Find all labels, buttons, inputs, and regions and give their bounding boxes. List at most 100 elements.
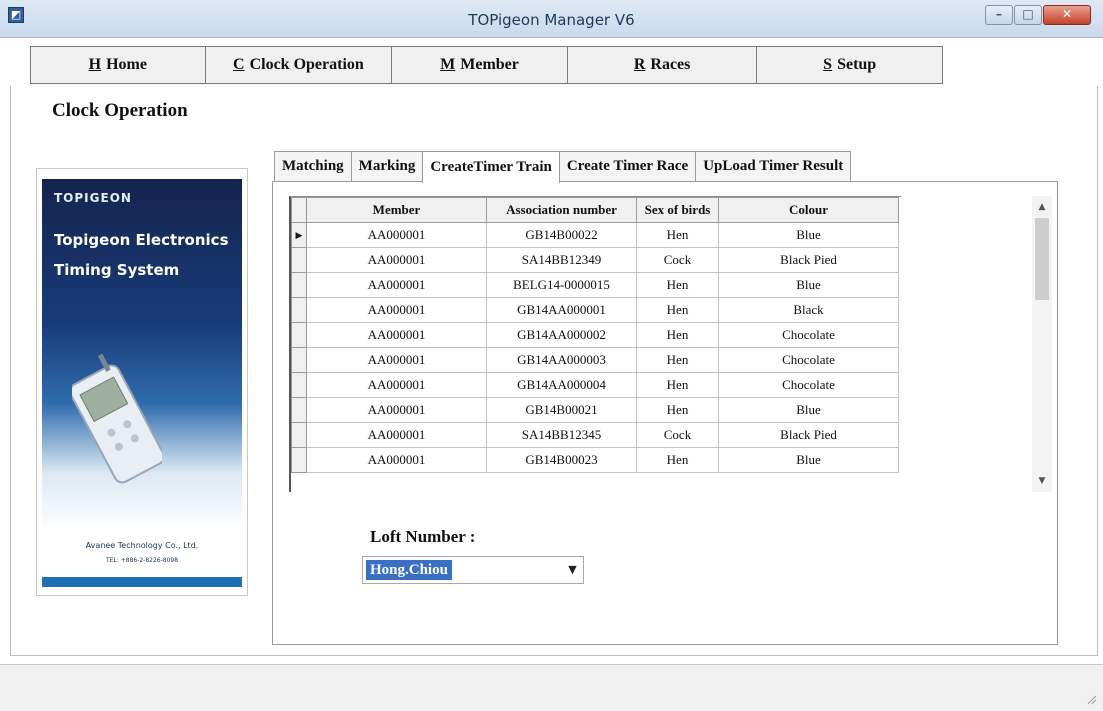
cell-sex[interactable]: Cock (636, 247, 719, 273)
loft-number-label: Loft Number : (370, 527, 476, 546)
cell-colour[interactable]: Blue (718, 272, 899, 298)
cell-association-number[interactable]: GB14AA000004 (486, 372, 637, 398)
tab-upload-timer-result[interactable]: UpLoad Timer Result (695, 151, 852, 181)
column-header-colour[interactable]: Colour (718, 197, 899, 223)
status-bar (0, 664, 1103, 711)
brand-banner: TOPIGEON Topigeon Electronics Timing Sys… (42, 179, 242, 587)
row-selector[interactable]: ▶ (291, 222, 307, 248)
row-selector[interactable] (291, 447, 307, 473)
cell-colour[interactable]: Black (718, 297, 899, 323)
cell-member[interactable]: AA000001 (306, 347, 487, 373)
cell-sex[interactable]: Hen (636, 372, 719, 398)
cell-member[interactable]: AA000001 (306, 222, 487, 248)
tab-marking[interactable]: Marking (350, 151, 424, 181)
row-selector[interactable] (291, 297, 307, 323)
brand-tagline-line2: Timing System (54, 261, 180, 279)
column-header-association-number[interactable]: Association number (486, 197, 637, 223)
row-selector[interactable] (291, 322, 307, 348)
cell-colour[interactable]: Blue (718, 447, 899, 473)
close-button[interactable]: ✕ (1043, 5, 1091, 25)
cell-member[interactable]: AA000001 (306, 372, 487, 398)
row-selector[interactable] (291, 247, 307, 273)
cell-sex[interactable]: Hen (636, 222, 719, 248)
main-menu-bar: H Home C Clock Operation M Member R Races SS… (30, 46, 943, 84)
cell-sex[interactable]: Cock (636, 422, 719, 448)
timer-device-image (72, 353, 162, 484)
loft-number-value[interactable]: Hong.Chiou (366, 560, 452, 580)
cell-member[interactable]: AA000001 (306, 422, 487, 448)
cell-member[interactable]: AA000001 (306, 297, 487, 323)
row-selector[interactable] (291, 422, 307, 448)
birds-data-grid[interactable]: Member Association number Sex of birds C… (289, 196, 901, 492)
cell-association-number[interactable]: BELG14-0000015 (486, 272, 637, 298)
window-title: TOPigeon Manager V6 (468, 11, 635, 29)
row-selector[interactable] (291, 397, 307, 423)
minimize-button[interactable]: – (985, 5, 1013, 25)
chevron-down-icon[interactable]: ▼ (564, 560, 581, 580)
table-row[interactable]: AA000001 GB14AA000001 Hen Black (291, 297, 899, 323)
tab-matching[interactable]: Matching (274, 151, 352, 181)
cell-colour[interactable]: Black Pied (718, 247, 899, 273)
cell-member[interactable]: AA000001 (306, 397, 487, 423)
cell-sex[interactable]: Hen (636, 297, 719, 323)
grid-vertical-scrollbar[interactable]: ▲ ▼ (1032, 196, 1052, 492)
brand-logo: TOPIGEON (54, 191, 132, 205)
title-bar: ◩ TOPigeon Manager V6 – □ ✕ (0, 0, 1103, 38)
cell-association-number[interactable]: GB14B00021 (486, 397, 637, 423)
brand-tagline-line1: Topigeon Electronics (54, 231, 229, 249)
table-row[interactable]: AA000001 GB14AA000003 Hen Chocolate (291, 347, 899, 373)
cell-association-number[interactable]: GB14AA000001 (486, 297, 637, 323)
cell-colour[interactable]: Chocolate (718, 372, 899, 398)
loft-number-select[interactable]: Hong.Chiou ▼ (362, 556, 584, 584)
cell-colour[interactable]: Blue (718, 222, 899, 248)
cell-colour[interactable]: Blue (718, 397, 899, 423)
table-row[interactable]: AA000001 GB14B00021 Hen Blue (291, 397, 899, 423)
tab-create-timer-train[interactable]: CreateTimer Train (422, 151, 560, 183)
cell-sex[interactable]: Hen (636, 272, 719, 298)
maximize-button[interactable]: □ (1014, 5, 1042, 25)
cell-member[interactable]: AA000001 (306, 247, 487, 273)
menu-clock-operation[interactable]: C Clock Operation (206, 47, 393, 83)
table-row[interactable]: AA000001 GB14B00023 Hen Blue (291, 447, 899, 473)
table-row[interactable]: AA000001 SA14BB12349 Cock Black Pied (291, 247, 899, 273)
table-row[interactable]: AA000001 GB14AA000002 Hen Chocolate (291, 322, 899, 348)
clock-operation-tabs: Matching Marking CreateTimer Train Creat… (274, 151, 852, 183)
cell-sex[interactable]: Hen (636, 347, 719, 373)
menu-races[interactable]: R Races (568, 47, 758, 83)
table-row[interactable]: AA000001 BELG14-0000015 Hen Blue (291, 272, 899, 298)
row-selector[interactable] (291, 372, 307, 398)
cell-association-number[interactable]: GB14AA000003 (486, 347, 637, 373)
cell-sex[interactable]: Hen (636, 447, 719, 473)
menu-setup[interactable]: S Setup (757, 47, 942, 83)
table-row[interactable]: AA000001 SA14BB12345 Cock Black Pied (291, 422, 899, 448)
menu-member[interactable]: M Member (392, 47, 568, 83)
cell-association-number[interactable]: SA14BB12349 (486, 247, 637, 273)
cell-association-number[interactable]: SA14BB12345 (486, 422, 637, 448)
tab-create-timer-race[interactable]: Create Timer Race (558, 151, 697, 181)
scroll-up-icon[interactable]: ▲ (1032, 198, 1052, 216)
cell-association-number[interactable]: GB14AA000002 (486, 322, 637, 348)
table-row[interactable]: AA000001 GB14AA000004 Hen Chocolate (291, 372, 899, 398)
cell-sex[interactable]: Hen (636, 397, 719, 423)
scrollbar-thumb[interactable] (1035, 218, 1049, 300)
menu-home[interactable]: H Home (31, 47, 206, 83)
cell-member[interactable]: AA000001 (306, 447, 487, 473)
cell-association-number[interactable]: GB14B00023 (486, 447, 637, 473)
row-selector-header (291, 197, 307, 223)
column-header-member[interactable]: Member (306, 197, 487, 223)
row-selector[interactable] (291, 272, 307, 298)
table-row[interactable]: ▶ AA000001 GB14B00022 Hen Blue (291, 222, 899, 248)
cell-sex[interactable]: Hen (636, 322, 719, 348)
cell-association-number[interactable]: GB14B00022 (486, 222, 637, 248)
column-header-sex-of-birds[interactable]: Sex of birds (636, 197, 719, 223)
cell-member[interactable]: AA000001 (306, 322, 487, 348)
cell-colour[interactable]: Chocolate (718, 347, 899, 373)
cell-colour[interactable]: Black Pied (718, 422, 899, 448)
cell-member[interactable]: AA000001 (306, 272, 487, 298)
row-selector[interactable] (291, 347, 307, 373)
brand-panel: TOPIGEON Topigeon Electronics Timing Sys… (36, 168, 248, 596)
scroll-down-icon[interactable]: ▼ (1032, 472, 1052, 490)
resize-grip-icon[interactable] (1085, 693, 1097, 705)
cell-colour[interactable]: Chocolate (718, 322, 899, 348)
brand-telephone: TEL: +886-2-8226-8098 (105, 557, 179, 564)
